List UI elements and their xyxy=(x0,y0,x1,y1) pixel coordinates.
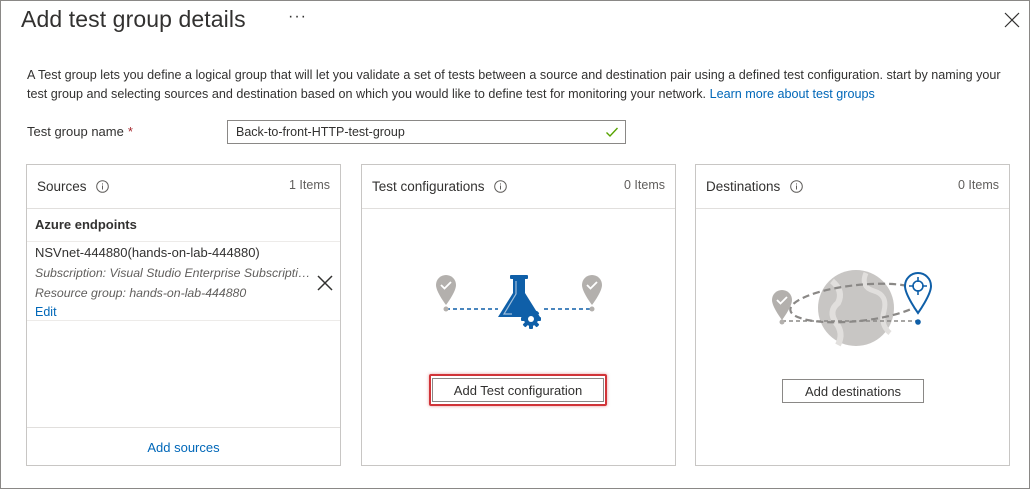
test-group-name-label-text: Test group name xyxy=(27,124,124,139)
required-marker: * xyxy=(127,124,133,139)
destinations-header: Destinations 0 Items xyxy=(696,165,1009,209)
more-actions-button[interactable]: ··· xyxy=(288,8,307,26)
test-configurations-title: Test configurations xyxy=(372,179,508,194)
test-group-name-label: Test group name * xyxy=(27,124,133,139)
destinations-illustration xyxy=(772,270,933,347)
pin-check-icon xyxy=(772,290,792,320)
location-target-icon xyxy=(903,271,933,315)
test-configurations-count: 0 Items xyxy=(624,178,665,192)
endpoint-edit-link[interactable]: Edit xyxy=(35,305,57,319)
test-group-name-input[interactable] xyxy=(227,120,626,144)
sources-count: 1 Items xyxy=(289,178,330,192)
description: A Test group lets you define a logical g… xyxy=(27,66,1017,104)
destinations-title-text: Destinations xyxy=(706,179,781,194)
checkmark-icon xyxy=(606,127,619,138)
remove-icon[interactable] xyxy=(316,274,334,292)
pin-check-icon xyxy=(436,275,456,305)
gear-icon xyxy=(521,309,541,329)
pin-check-icon xyxy=(582,275,602,305)
learn-more-link[interactable]: Learn more about test groups xyxy=(710,87,875,101)
endpoint-resource-group: Resource group: hands-on-lab-444880 xyxy=(35,286,247,300)
test-configuration-illustration xyxy=(436,275,602,329)
info-icon[interactable] xyxy=(494,180,508,193)
destinations-panel: Destinations 0 Items Add destinations xyxy=(695,164,1010,466)
test-configurations-title-text: Test configurations xyxy=(372,179,485,194)
highlight-box xyxy=(429,374,607,406)
destinations-count: 0 Items xyxy=(958,178,999,192)
sources-panel: Sources 1 Items Azure endpoints NSVnet-4… xyxy=(26,164,341,466)
source-endpoint-item: NSVnet-444880(hands-on-lab-444880) Subsc… xyxy=(27,241,340,321)
destinations-title: Destinations xyxy=(706,179,803,194)
info-icon[interactable] xyxy=(96,180,110,193)
close-icon[interactable] xyxy=(1004,12,1020,28)
test-configurations-header: Test configurations 0 Items xyxy=(362,165,675,209)
sources-title: Sources xyxy=(37,179,110,194)
info-icon[interactable] xyxy=(790,180,803,193)
add-sources-link[interactable]: Add sources xyxy=(147,440,219,455)
globe-icon xyxy=(818,270,894,347)
add-destinations-button[interactable]: Add destinations xyxy=(782,379,924,403)
sources-title-text: Sources xyxy=(37,179,87,194)
endpoint-name: NSVnet-444880(hands-on-lab-444880) xyxy=(35,245,260,260)
azure-endpoints-heading: Azure endpoints xyxy=(35,217,137,232)
sources-footer: Add sources xyxy=(27,427,340,465)
endpoint-subscription: Subscription: Visual Studio Enterprise S… xyxy=(35,266,311,280)
flask-icon xyxy=(498,275,540,317)
test-configurations-panel: Test configurations 0 Items Add Test con… xyxy=(361,164,676,466)
sources-header: Sources 1 Items xyxy=(27,165,340,209)
page-title: Add test group details xyxy=(21,6,246,32)
